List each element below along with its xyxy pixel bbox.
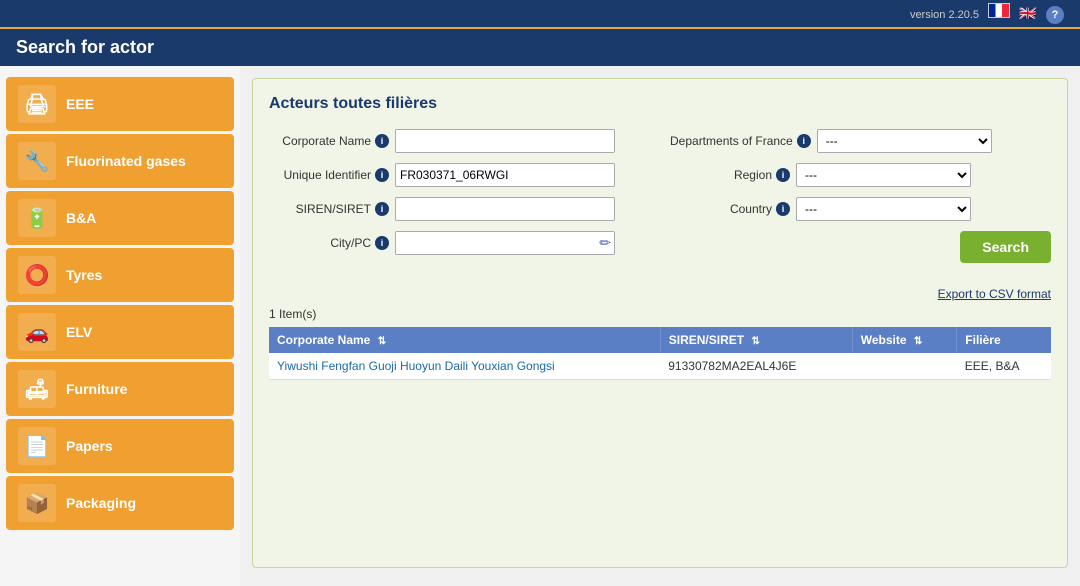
- table-header-row: Corporate Name ⇅ SIREN/SIRET ⇅ Website ⇅: [269, 327, 1051, 353]
- sidebar-item-tyres-label: Tyres: [66, 267, 102, 283]
- corporate-name-label: Corporate Name i: [269, 134, 389, 148]
- edit-icon[interactable]: ✏: [599, 235, 611, 252]
- help-icon[interactable]: ?: [1046, 6, 1064, 24]
- col-filiere[interactable]: Filière: [957, 327, 1051, 353]
- sidebar-item-furniture-label: Furniture: [66, 381, 127, 397]
- sidebar-item-tyres[interactable]: ⭕ Tyres: [6, 248, 234, 302]
- sidebar: 🖨 EEE 🔧 Fluorinated gases 🔋 B&A ⭕ Tyres …: [0, 66, 240, 586]
- cell-filiere: EEE, B&A: [957, 353, 1051, 380]
- sidebar-item-eee[interactable]: 🖨 EEE: [6, 77, 234, 131]
- sidebar-item-eee-label: EEE: [66, 96, 94, 112]
- elv-icon: 🚗: [18, 313, 56, 351]
- cell-corporate-name[interactable]: Yiwushi Fengfan Guoji Huoyun Daili Youxi…: [269, 353, 660, 380]
- city-input-wrap: ✏: [395, 231, 615, 255]
- city-pc-info-icon[interactable]: i: [375, 236, 389, 250]
- furniture-icon: 🛋: [18, 370, 56, 408]
- page-title: Search for actor: [16, 37, 154, 58]
- content-area: Acteurs toutes filières Corporate Name i: [240, 66, 1080, 586]
- sidebar-item-furniture[interactable]: 🛋 Furniture: [6, 362, 234, 416]
- col-siren-siret[interactable]: SIREN/SIRET ⇅: [660, 327, 852, 353]
- sort-siren-siret-icon: ⇅: [751, 336, 759, 347]
- country-select[interactable]: ---: [796, 197, 971, 221]
- table-row: Yiwushi Fengfan Guoji Huoyun Daili Youxi…: [269, 353, 1051, 380]
- departments-info-icon[interactable]: i: [797, 134, 811, 148]
- section-title: Acteurs toutes filières: [269, 95, 1051, 113]
- col-corporate-name[interactable]: Corporate Name ⇅: [269, 327, 660, 353]
- country-row: Country i ---: [670, 197, 1051, 221]
- flag-uk-icon[interactable]: 🇬🇧: [1019, 5, 1036, 21]
- departments-select[interactable]: ---: [817, 129, 992, 153]
- papers-icon: 📄: [18, 427, 56, 465]
- flag-fr-icon[interactable]: [988, 3, 1010, 18]
- siren-siret-row: SIREN/SIRET i: [269, 197, 650, 221]
- country-label: Country i: [670, 202, 790, 216]
- region-row: Region i ---: [670, 163, 1051, 187]
- col-website[interactable]: Website ⇅: [852, 327, 957, 353]
- corporate-name-input[interactable]: [395, 129, 615, 153]
- siren-siret-info-icon[interactable]: i: [375, 202, 389, 216]
- results-table: Corporate Name ⇅ SIREN/SIRET ⇅ Website ⇅: [269, 327, 1051, 380]
- unique-identifier-input[interactable]: [395, 163, 615, 187]
- sidebar-item-fluorinated-gases[interactable]: 🔧 Fluorinated gases: [6, 134, 234, 188]
- version-text: version 2.20.5: [910, 9, 979, 21]
- siren-siret-input[interactable]: [395, 197, 615, 221]
- sort-website-icon: ⇅: [914, 336, 922, 347]
- sidebar-item-papers[interactable]: 📄 Papers: [6, 419, 234, 473]
- region-label: Region i: [670, 168, 790, 182]
- sort-corporate-name-icon: ⇅: [378, 336, 386, 347]
- sidebar-item-bna-label: B&A: [66, 210, 96, 226]
- main-layout: 🖨 EEE 🔧 Fluorinated gases 🔋 B&A ⭕ Tyres …: [0, 66, 1080, 586]
- cell-website: [852, 353, 957, 380]
- sidebar-item-papers-label: Papers: [66, 438, 113, 454]
- search-button-row: Search: [670, 231, 1051, 263]
- form-left: Corporate Name i Unique Identifier i: [269, 129, 650, 271]
- content-box: Acteurs toutes filières Corporate Name i: [252, 78, 1068, 568]
- cell-siren-siret: 91330782MA2EAL4J6E: [660, 353, 852, 380]
- city-pc-label: City/PC i: [269, 236, 389, 250]
- country-info-icon[interactable]: i: [776, 202, 790, 216]
- unique-identifier-row: Unique Identifier i: [269, 163, 650, 187]
- unique-identifier-info-icon[interactable]: i: [375, 168, 389, 182]
- sidebar-item-packaging-label: Packaging: [66, 495, 136, 511]
- topbar: version 2.20.5 🇬🇧 ?: [0, 0, 1080, 29]
- corporate-name-row: Corporate Name i: [269, 129, 650, 153]
- sidebar-item-fluorinated-label: Fluorinated gases: [66, 153, 186, 169]
- departments-label: Departments of France i: [670, 134, 811, 148]
- search-form: Corporate Name i Unique Identifier i: [269, 129, 1051, 271]
- form-right: Departments of France i --- Region i: [670, 129, 1051, 271]
- export-row: Export to CSV format: [269, 287, 1051, 301]
- region-select[interactable]: ---: [796, 163, 971, 187]
- sidebar-item-packaging[interactable]: 📦 Packaging: [6, 476, 234, 530]
- packaging-icon: 📦: [18, 484, 56, 522]
- sidebar-item-elv[interactable]: 🚗 ELV: [6, 305, 234, 359]
- eee-icon: 🖨: [18, 85, 56, 123]
- fluorinated-icon: 🔧: [18, 142, 56, 180]
- city-pc-input[interactable]: [395, 231, 615, 255]
- sidebar-item-elv-label: ELV: [66, 324, 92, 340]
- region-info-icon[interactable]: i: [776, 168, 790, 182]
- departments-row: Departments of France i ---: [670, 129, 1051, 153]
- search-button[interactable]: Search: [960, 231, 1051, 263]
- siren-siret-label: SIREN/SIRET i: [269, 202, 389, 216]
- corporate-name-info-icon[interactable]: i: [375, 134, 389, 148]
- bna-icon: 🔋: [18, 199, 56, 237]
- city-pc-row: City/PC i ✏: [269, 231, 650, 255]
- page-header: Search for actor: [0, 29, 1080, 66]
- table-body: Yiwushi Fengfan Guoji Huoyun Daili Youxi…: [269, 353, 1051, 380]
- export-csv-link[interactable]: Export to CSV format: [938, 287, 1051, 301]
- unique-identifier-label: Unique Identifier i: [269, 168, 389, 182]
- tyres-icon: ⭕: [18, 256, 56, 294]
- items-count: 1 Item(s): [269, 307, 1051, 321]
- sidebar-item-bna[interactable]: 🔋 B&A: [6, 191, 234, 245]
- table-header: Corporate Name ⇅ SIREN/SIRET ⇅ Website ⇅: [269, 327, 1051, 353]
